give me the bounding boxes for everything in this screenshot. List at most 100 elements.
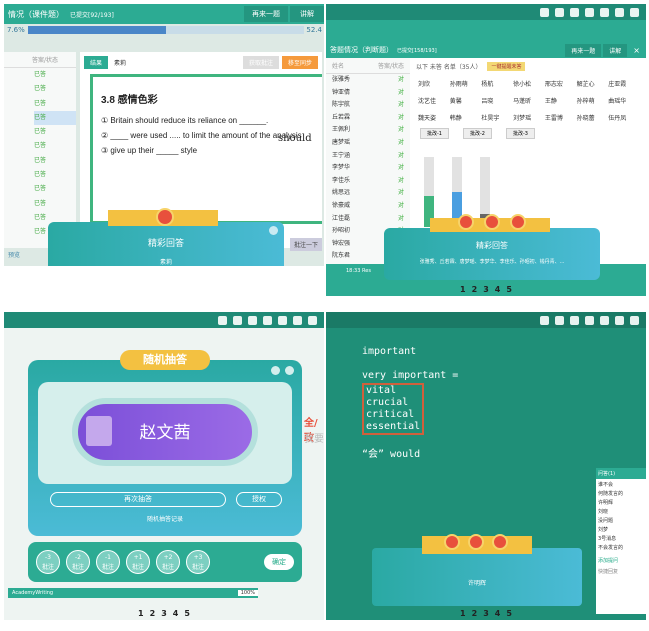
pending-student[interactable]: 孙晓蕾: [577, 113, 609, 122]
score-button[interactable]: +2 批注: [156, 550, 180, 574]
pending-student[interactable]: 孙雨萌: [450, 79, 482, 88]
bell-icon[interactable]: [555, 315, 564, 325]
gear-icon[interactable]: [248, 315, 257, 325]
student-row[interactable]: 钟亚倩 对: [332, 87, 404, 100]
explain-button[interactable]: 讲解: [603, 43, 628, 57]
page-3[interactable]: 3: [483, 285, 489, 294]
pending-student[interactable]: 韩静: [450, 113, 482, 122]
remind-button[interactable]: 一键提醒未答: [487, 62, 526, 71]
page-4[interactable]: 4: [173, 609, 179, 618]
pending-student[interactable]: 庄亚霞: [608, 79, 640, 88]
bell-icon[interactable]: [555, 7, 564, 17]
bell-icon[interactable]: [233, 315, 242, 325]
next-question-button[interactable]: 再来一题: [244, 6, 288, 22]
pen-icon[interactable]: [540, 315, 549, 325]
score-button[interactable]: +3 批注: [186, 550, 210, 574]
page-5[interactable]: 5: [184, 609, 190, 618]
clock-icon[interactable]: [600, 7, 609, 17]
student-row[interactable]: 王佩利 对: [332, 124, 404, 137]
tab-filter[interactable]: 以下 未答 名单（35人）: [416, 62, 481, 71]
pending-student[interactable]: 徐小松: [513, 79, 545, 88]
grid-icon[interactable]: [615, 315, 624, 325]
page-5[interactable]: 5: [506, 285, 512, 294]
grade-button-2[interactable]: 批改-2: [463, 128, 492, 139]
pending-student[interactable]: 王雷博: [545, 113, 577, 122]
explain-button[interactable]: 讲解: [290, 6, 324, 22]
medal-icon-1: [458, 214, 474, 230]
redo-button[interactable]: 批注一下: [290, 238, 323, 251]
tab-student[interactable]: 素莉: [114, 58, 126, 67]
score-button[interactable]: -2 批注: [66, 550, 90, 574]
pending-student[interactable]: 杜昊宇: [481, 113, 513, 122]
sync-button[interactable]: 移至同步: [281, 56, 318, 69]
close-icon[interactable]: [269, 226, 278, 235]
score-button[interactable]: -1 批注: [96, 550, 120, 574]
page-2[interactable]: 2: [472, 285, 478, 294]
page-4[interactable]: 4: [495, 285, 501, 294]
gear-icon[interactable]: [570, 7, 579, 17]
page-1[interactable]: 1: [460, 285, 466, 294]
next-question-button[interactable]: 再来一题: [565, 43, 602, 57]
gear-icon[interactable]: [570, 315, 579, 325]
student-row[interactable]: 唐梦瑶 对: [332, 137, 404, 150]
text-icon[interactable]: [630, 7, 639, 17]
page-2[interactable]: 2: [472, 609, 478, 618]
page-1[interactable]: 1: [138, 609, 144, 618]
student-row[interactable]: 陈宇航 对: [332, 99, 404, 112]
student-row[interactable]: 丘若霖 对: [332, 112, 404, 125]
page-3[interactable]: 3: [161, 609, 167, 618]
pick-again-button[interactable]: 再次抽答: [50, 492, 226, 507]
pending-student[interactable]: 解芷心: [577, 79, 609, 88]
add-question-button[interactable]: 添加提问: [596, 555, 646, 566]
zoom-label[interactable]: 100%: [237, 590, 258, 596]
student-row[interactable]: 王宁涵 对: [332, 150, 404, 163]
clock-icon[interactable]: [278, 315, 287, 325]
pie-icon[interactable]: [263, 315, 272, 325]
score-button[interactable]: -3 批注: [36, 550, 60, 574]
page-1[interactable]: 1: [460, 609, 466, 618]
close-icon[interactable]: ×: [633, 46, 640, 55]
pending-student[interactable]: 伍丹凤: [608, 113, 640, 122]
student-row[interactable]: 江佳磊 对: [332, 213, 404, 226]
annotation-button[interactable]: 获取批注: [242, 56, 279, 69]
page-4[interactable]: 4: [495, 609, 501, 618]
page-2[interactable]: 2: [150, 609, 156, 618]
authorize-button[interactable]: 授权: [236, 492, 282, 507]
pending-student[interactable]: 杨航: [481, 79, 513, 88]
pending-student[interactable]: 孙梓萌: [577, 96, 609, 105]
pending-student[interactable]: 刘梦瑶: [513, 113, 545, 122]
clock-icon[interactable]: [600, 315, 609, 325]
student-row[interactable]: 李佳乐 对: [332, 175, 404, 188]
pending-student[interactable]: 马蓬昕: [513, 96, 545, 105]
grade-button-1[interactable]: 批改-1: [420, 128, 449, 139]
pending-student[interactable]: 王静: [545, 96, 577, 105]
student-row[interactable]: 徐豪威 对: [332, 200, 404, 213]
grid-icon[interactable]: [293, 315, 302, 325]
student-row[interactable]: 张雅秀 对: [332, 74, 404, 87]
pie-icon[interactable]: [585, 7, 594, 17]
pie-icon[interactable]: [585, 315, 594, 325]
student-row[interactable]: 李梦华 对: [332, 162, 404, 175]
record-link[interactable]: 随机抽答记录: [28, 514, 302, 523]
page-3[interactable]: 3: [483, 609, 489, 618]
confirm-button[interactable]: 确定: [264, 554, 294, 570]
pen-icon[interactable]: [540, 7, 549, 17]
text-icon[interactable]: [308, 315, 317, 325]
pending-student[interactable]: 吕晓: [481, 96, 513, 105]
grade-button-3[interactable]: 批改-3: [506, 128, 535, 139]
pen-icon[interactable]: [218, 315, 227, 325]
student-row[interactable]: 姚思远 对: [332, 187, 404, 200]
tab-result[interactable]: 结果: [84, 56, 109, 69]
text-icon[interactable]: [630, 315, 639, 325]
score-button[interactable]: +1 批注: [126, 550, 150, 574]
close-icon[interactable]: [285, 366, 294, 375]
page-5[interactable]: 5: [506, 609, 512, 618]
pin-icon[interactable]: [271, 366, 280, 375]
grid-icon[interactable]: [615, 7, 624, 17]
pending-student[interactable]: 曲瑶华: [608, 96, 640, 105]
pending-student[interactable]: 刘欣: [418, 79, 450, 88]
pending-student[interactable]: 黄馨: [450, 96, 482, 105]
pending-student[interactable]: 魏天姿: [418, 113, 450, 122]
pending-student[interactable]: 沈艺佳: [418, 96, 450, 105]
pending-student[interactable]: 邢志宏: [545, 79, 577, 88]
